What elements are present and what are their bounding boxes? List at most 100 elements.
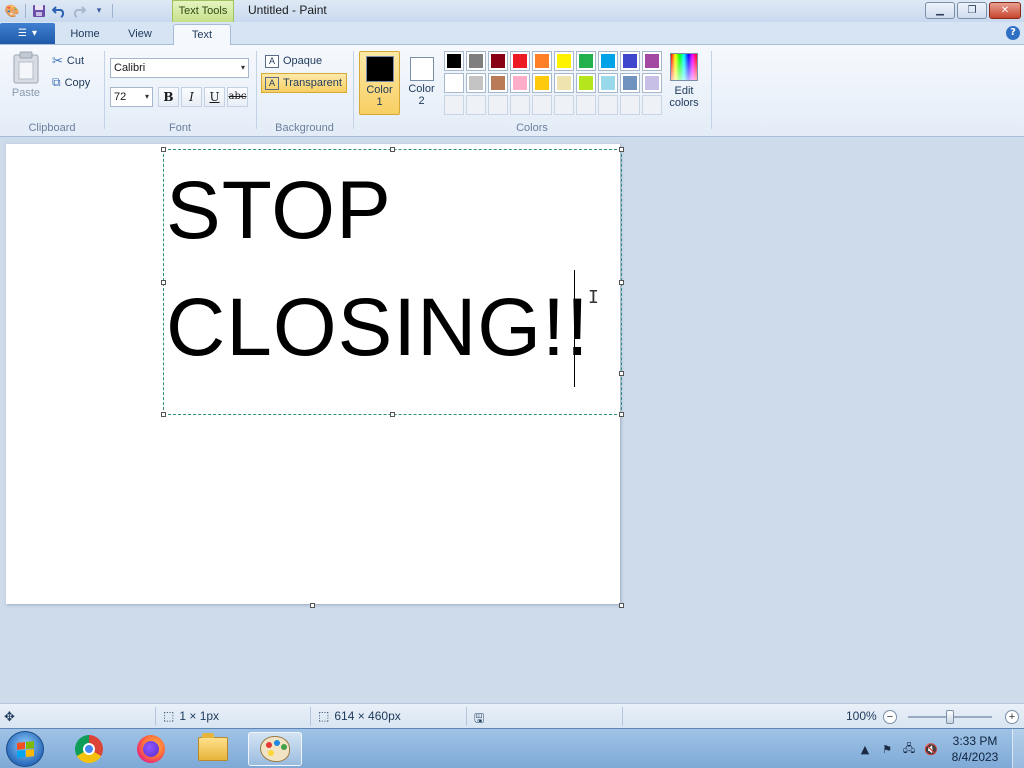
resize-handle[interactable]	[390, 147, 395, 152]
italic-button[interactable]: I	[181, 87, 202, 107]
custom-color-slot[interactable]	[554, 95, 574, 115]
status-bar: ✥ ⬚ 1 × 1px ⬚ 614 × 460px 🖫 100% − +	[0, 703, 1024, 728]
canvas-text-line-1[interactable]: STOP	[166, 170, 392, 252]
clipboard-group-label: Clipboard	[28, 122, 76, 134]
font-size-dropdown[interactable]: 72 ▾	[110, 87, 153, 107]
paste-button[interactable]: Paste	[8, 51, 44, 99]
underline-button[interactable]: U	[204, 87, 225, 107]
selection-size-value: 1 × 1px	[179, 709, 220, 723]
palette-color-swatch[interactable]	[532, 73, 552, 93]
canvas-resize-handle-bottom[interactable]	[310, 603, 315, 608]
palette-color-swatch[interactable]	[444, 73, 464, 93]
swatch-fill	[535, 76, 549, 90]
paint-app-icon[interactable]: 🎨	[2, 2, 22, 20]
custom-color-slot[interactable]	[642, 95, 662, 115]
zoom-out-button[interactable]: −	[883, 710, 897, 724]
palette-color-swatch[interactable]	[554, 73, 574, 93]
paint-menu-button[interactable]: ☰ ▾	[0, 23, 55, 44]
custom-color-slot[interactable]	[466, 95, 486, 115]
palette-color-swatch[interactable]	[532, 51, 552, 71]
redo-icon[interactable]	[69, 2, 89, 20]
clock-date: 8/4/2023	[951, 750, 999, 764]
palette-color-swatch[interactable]	[620, 51, 640, 71]
chevron-down-icon: ▾	[144, 92, 149, 101]
resize-handle[interactable]	[161, 147, 166, 152]
custom-color-slot[interactable]	[532, 95, 552, 115]
strikethrough-button[interactable]: abc	[227, 87, 248, 107]
canvas-resize-handle-corner[interactable]	[619, 603, 624, 608]
palette-color-swatch[interactable]	[576, 51, 596, 71]
tab-text[interactable]: Text	[173, 24, 231, 46]
canvas-resize-handle-right[interactable]	[619, 371, 624, 376]
help-icon[interactable]: ?	[1006, 26, 1020, 40]
swatch-fill	[513, 76, 527, 90]
custom-color-slot[interactable]	[620, 95, 640, 115]
custom-color-slot[interactable]	[510, 95, 530, 115]
palette-color-swatch[interactable]	[466, 73, 486, 93]
taskbar-paint[interactable]	[248, 732, 302, 766]
resize-handle[interactable]	[161, 412, 166, 417]
taskbar-firefox[interactable]	[124, 732, 178, 766]
palette-color-swatch[interactable]	[598, 51, 618, 71]
palette-color-swatch[interactable]	[642, 73, 662, 93]
network-icon[interactable]: 🖧	[898, 741, 920, 757]
customize-qat-icon[interactable]: ▾	[89, 2, 109, 20]
palette-color-swatch[interactable]	[510, 73, 530, 93]
taskbar-chrome[interactable]	[62, 732, 116, 766]
opaque-button[interactable]: A Opaque	[262, 51, 326, 71]
palette-color-swatch[interactable]	[554, 51, 574, 71]
custom-color-slot[interactable]	[598, 95, 618, 115]
palette-color-swatch[interactable]	[598, 73, 618, 93]
volume-muted-icon[interactable]: 🔇	[920, 741, 942, 757]
undo-icon[interactable]	[49, 2, 69, 20]
tab-view[interactable]: View	[115, 24, 165, 45]
edit-colors-button[interactable]: Edit colors	[666, 51, 702, 109]
zoom-level: 100%	[846, 709, 877, 723]
palette-color-swatch[interactable]	[642, 51, 662, 71]
color2-button[interactable]: Color 2	[401, 51, 442, 115]
opaque-label: Opaque	[283, 55, 323, 67]
start-button[interactable]	[6, 731, 44, 767]
palette-color-swatch[interactable]	[466, 51, 486, 71]
action-center-icon[interactable]: ⚑	[876, 741, 898, 757]
tab-home[interactable]: Home	[60, 24, 110, 45]
custom-color-slot[interactable]	[576, 95, 596, 115]
cursor-position: ✥	[4, 709, 15, 725]
show-hidden-icons[interactable]: ▲	[854, 741, 876, 757]
cut-button[interactable]: ✂ Cut	[52, 53, 84, 69]
font-family-dropdown[interactable]: Calibri ▾	[110, 58, 249, 78]
close-button[interactable]: ✕	[989, 2, 1021, 19]
disk-size: 🖫	[474, 709, 484, 730]
restore-button[interactable]: ❐	[957, 2, 987, 19]
text-box[interactable]: STOP CLOSING!!	[163, 149, 622, 415]
copy-button[interactable]: ⧉ Copy	[52, 75, 90, 90]
palette-color-swatch[interactable]	[488, 51, 508, 71]
palette-color-swatch[interactable]	[620, 73, 640, 93]
window-controls: ▁ ❐ ✕	[925, 2, 1021, 19]
taskbar-clock[interactable]: 3:33 PM 8/4/2023	[942, 733, 1008, 765]
drawing-canvas[interactable]: STOP CLOSING!!	[6, 144, 624, 604]
zoom-slider-thumb[interactable]	[946, 710, 954, 724]
resize-handle[interactable]	[619, 412, 624, 417]
show-desktop-button[interactable]	[1012, 729, 1024, 768]
color1-button[interactable]: Color 1	[359, 51, 400, 115]
zoom-in-button[interactable]: +	[1005, 710, 1019, 724]
quick-access-toolbar: 🎨 ▾	[2, 2, 116, 20]
custom-color-slot[interactable]	[488, 95, 508, 115]
palette-color-swatch[interactable]	[576, 73, 596, 93]
resize-handle[interactable]	[390, 412, 395, 417]
save-icon[interactable]	[29, 2, 49, 20]
canvas-text-line-2[interactable]: CLOSING!!	[166, 287, 590, 369]
palette-color-swatch[interactable]	[510, 51, 530, 71]
resize-handle[interactable]	[161, 280, 166, 285]
group-separator	[353, 51, 354, 129]
bold-button[interactable]: B	[158, 87, 179, 107]
transparent-button[interactable]: A Transparent	[261, 73, 347, 93]
minimize-button[interactable]: ▁	[925, 2, 955, 19]
taskbar-explorer[interactable]	[186, 732, 240, 766]
resize-handle[interactable]	[619, 147, 624, 152]
palette-color-swatch[interactable]	[444, 51, 464, 71]
resize-handle[interactable]	[619, 280, 624, 285]
custom-color-slot[interactable]	[444, 95, 464, 115]
palette-color-swatch[interactable]	[488, 73, 508, 93]
